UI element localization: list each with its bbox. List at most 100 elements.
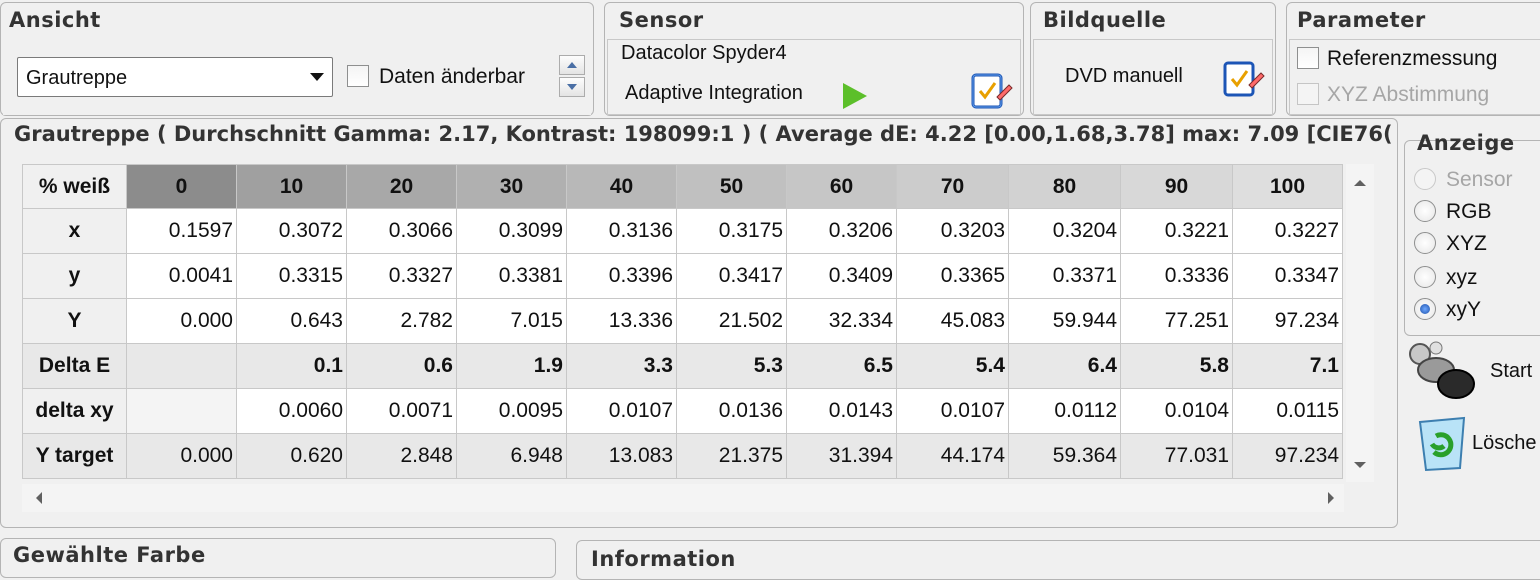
table-cell[interactable]: 0.1597 xyxy=(126,208,237,254)
column-header[interactable]: 20 xyxy=(346,164,457,209)
table-cell[interactable]: 3.3 xyxy=(566,343,677,389)
table-cell[interactable]: 2.848 xyxy=(346,433,457,479)
table-cell[interactable]: 0.3221 xyxy=(1120,208,1233,254)
horizontal-scrollbar[interactable] xyxy=(22,484,1344,512)
table-cell[interactable]: 5.3 xyxy=(676,343,787,389)
table-cell[interactable]: 0.0104 xyxy=(1120,388,1233,434)
table-cell[interactable]: 0.0095 xyxy=(456,388,567,434)
table-cell[interactable]: 0.3336 xyxy=(1120,253,1233,299)
table-cell[interactable]: 0.3099 xyxy=(456,208,567,254)
column-header[interactable]: 70 xyxy=(896,164,1009,209)
table-cell[interactable]: 0.3136 xyxy=(566,208,677,254)
table-cell[interactable]: 0.3347 xyxy=(1232,253,1343,299)
edit-sensor-icon[interactable] xyxy=(969,67,1013,111)
column-header[interactable]: 40 xyxy=(566,164,677,209)
table-cell[interactable]: 21.375 xyxy=(676,433,787,479)
table-cell[interactable]: 0.3327 xyxy=(346,253,457,299)
table-cell[interactable]: 59.944 xyxy=(1008,298,1121,344)
table-cell[interactable]: 13.083 xyxy=(566,433,677,479)
table-cell[interactable]: 0.643 xyxy=(236,298,347,344)
table-cell[interactable]: 44.174 xyxy=(896,433,1009,479)
column-header[interactable]: 10 xyxy=(236,164,347,209)
table-cell[interactable]: 0.3203 xyxy=(896,208,1009,254)
table-cell[interactable]: 32.334 xyxy=(786,298,897,344)
radio-sensor[interactable] xyxy=(1414,168,1436,190)
table-cell[interactable]: 97.234 xyxy=(1232,433,1343,479)
table-cell[interactable]: 0.000 xyxy=(126,298,237,344)
table-cell[interactable]: 0.3206 xyxy=(786,208,897,254)
play-icon[interactable] xyxy=(843,83,867,109)
table-cell[interactable]: 0.0115 xyxy=(1232,388,1343,434)
scroll-down-icon[interactable] xyxy=(1346,452,1374,478)
table-cell[interactable]: 0.3227 xyxy=(1232,208,1343,254)
radio-xyz-lower[interactable] xyxy=(1414,266,1436,288)
scroll-left-icon[interactable] xyxy=(26,484,52,512)
table-cell[interactable]: 0.3417 xyxy=(676,253,787,299)
table-cell[interactable]: 1.9 xyxy=(456,343,567,389)
table-cell[interactable]: 0.3175 xyxy=(676,208,787,254)
table-cell[interactable]: 0.3371 xyxy=(1008,253,1121,299)
table-cell[interactable]: 0.6 xyxy=(346,343,457,389)
table-cell[interactable]: 5.8 xyxy=(1120,343,1233,389)
table-cell[interactable]: 0.3072 xyxy=(236,208,347,254)
column-header[interactable]: 90 xyxy=(1120,164,1233,209)
table-cell[interactable]: 0.3396 xyxy=(566,253,677,299)
table-cell[interactable]: 6.948 xyxy=(456,433,567,479)
referenzmessung-checkbox[interactable] xyxy=(1297,47,1319,69)
scroll-up-icon[interactable] xyxy=(1346,170,1374,196)
table-cell[interactable]: 0.3381 xyxy=(456,253,567,299)
radio-rgb[interactable] xyxy=(1414,200,1436,222)
table-cell[interactable] xyxy=(126,343,237,389)
spin-buttons[interactable] xyxy=(559,55,587,99)
table-cell[interactable]: 13.336 xyxy=(566,298,677,344)
table-cell[interactable]: 0.3315 xyxy=(236,253,347,299)
table-cell[interactable]: 97.234 xyxy=(1232,298,1343,344)
table-cell[interactable]: 77.031 xyxy=(1120,433,1233,479)
table-cell[interactable]: 45.083 xyxy=(896,298,1009,344)
radio-xyz-upper[interactable] xyxy=(1414,232,1436,254)
table-cell[interactable]: 7.015 xyxy=(456,298,567,344)
table-cell[interactable]: 2.782 xyxy=(346,298,457,344)
table-cell[interactable] xyxy=(126,388,237,434)
edit-source-icon[interactable] xyxy=(1221,55,1265,99)
table-cell[interactable]: 5.4 xyxy=(896,343,1009,389)
table-cell[interactable]: 31.394 xyxy=(786,433,897,479)
table-cell[interactable]: 0.000 xyxy=(126,433,237,479)
table-cell[interactable]: 0.1 xyxy=(236,343,347,389)
start-measure-icon[interactable] xyxy=(1408,340,1478,402)
table-cell[interactable]: 0.0112 xyxy=(1008,388,1121,434)
table-cell[interactable]: 0.0071 xyxy=(346,388,457,434)
column-header[interactable]: 80 xyxy=(1008,164,1121,209)
column-header[interactable]: 60 xyxy=(786,164,897,209)
table-cell[interactable]: 0.0107 xyxy=(896,388,1009,434)
scroll-right-icon[interactable] xyxy=(1318,484,1344,512)
view-combo[interactable]: Grautreppe xyxy=(17,57,333,97)
table-cell[interactable]: 0.3204 xyxy=(1008,208,1121,254)
table-cell[interactable]: 0.0143 xyxy=(786,388,897,434)
spin-down-button[interactable] xyxy=(559,77,585,97)
table-cell[interactable]: 77.251 xyxy=(1120,298,1233,344)
table-cell[interactable]: 0.3365 xyxy=(896,253,1009,299)
column-header[interactable]: 0 xyxy=(126,164,237,209)
table-cell[interactable]: 0.3066 xyxy=(346,208,457,254)
column-header[interactable]: 30 xyxy=(456,164,567,209)
column-header[interactable]: 50 xyxy=(676,164,787,209)
table-cell[interactable]: 0.0041 xyxy=(126,253,237,299)
table-cell[interactable]: 6.4 xyxy=(1008,343,1121,389)
column-header[interactable]: 100 xyxy=(1232,164,1343,209)
radio-xyy[interactable] xyxy=(1414,298,1436,320)
daten-aenderbar-checkbox[interactable] xyxy=(347,65,369,87)
delete-label[interactable]: Lösche xyxy=(1472,432,1537,455)
table-cell[interactable]: 0.0060 xyxy=(236,388,347,434)
xyz-abstimmung-checkbox[interactable] xyxy=(1297,83,1319,105)
start-label[interactable]: Start xyxy=(1490,360,1532,383)
table-cell[interactable]: 7.1 xyxy=(1232,343,1343,389)
table-cell[interactable]: 0.620 xyxy=(236,433,347,479)
trash-icon[interactable] xyxy=(1414,414,1474,476)
table-cell[interactable]: 6.5 xyxy=(786,343,897,389)
table-cell[interactable]: 0.0107 xyxy=(566,388,677,434)
table-cell[interactable]: 21.502 xyxy=(676,298,787,344)
vertical-scrollbar[interactable] xyxy=(1346,164,1374,482)
table-cell[interactable]: 59.364 xyxy=(1008,433,1121,479)
spin-up-button[interactable] xyxy=(559,55,585,75)
